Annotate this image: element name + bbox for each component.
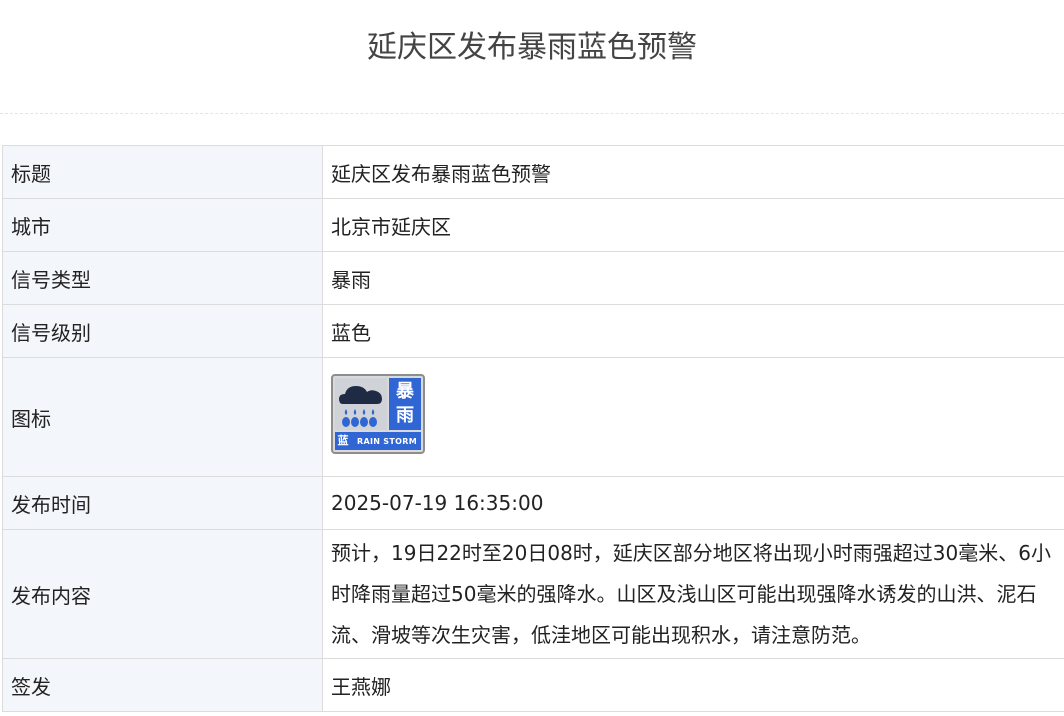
icon-level-char: 蓝 xyxy=(337,434,349,447)
row-value: 延庆区发布暴雨蓝色预警 xyxy=(322,145,1064,199)
title-divider xyxy=(0,113,1064,114)
table-row-city: 城市 北京市延庆区 xyxy=(2,198,1064,252)
warning-info-table: 标题 延庆区发布暴雨蓝色预警 城市 北京市延庆区 信号类型 暴雨 信号级别 蓝色… xyxy=(2,145,1064,712)
row-label: 发布内容 xyxy=(2,529,323,659)
table-row-signal-level: 信号级别 蓝色 xyxy=(2,304,1064,358)
row-label: 城市 xyxy=(2,198,323,252)
table-row-title: 标题 延庆区发布暴雨蓝色预警 xyxy=(2,145,1064,199)
row-value: 暴 雨 蓝 RAIN STORM xyxy=(322,357,1064,477)
table-row-issuer: 签发 王燕娜 xyxy=(2,658,1064,712)
row-value: 北京市延庆区 xyxy=(322,198,1064,252)
row-label: 信号类型 xyxy=(2,251,323,305)
row-value: 暴雨 xyxy=(322,251,1064,305)
table-row-publish-time: 发布时间 2025-07-19 16:35:00 xyxy=(2,476,1064,530)
row-value: 预计，19日22时至20日08时，延庆区部分地区将出现小时雨强超过30毫米、6小… xyxy=(322,529,1064,659)
row-value: 2025-07-19 16:35:00 xyxy=(322,476,1064,530)
icon-word-bottom: 雨 xyxy=(396,405,414,426)
row-label: 发布时间 xyxy=(2,476,323,530)
rainstorm-blue-warning-icon: 暴 雨 蓝 RAIN STORM xyxy=(331,374,425,454)
table-row-signal-type: 信号类型 暴雨 xyxy=(2,251,1064,305)
icon-word-top: 暴 xyxy=(396,381,414,402)
icon-hazard-word: 暴 雨 xyxy=(389,378,421,430)
icon-english-label: RAIN STORM xyxy=(357,437,417,446)
cloud-rain-icon xyxy=(335,378,387,430)
row-label: 图标 xyxy=(2,357,323,477)
page-title: 延庆区发布暴雨蓝色预警 xyxy=(367,30,697,65)
row-label: 标题 xyxy=(2,145,323,199)
icon-level-band: 蓝 RAIN STORM xyxy=(335,432,421,450)
row-label: 信号级别 xyxy=(2,304,323,358)
row-label: 签发 xyxy=(2,658,323,712)
table-row-icon: 图标 暴 雨 蓝 RAIN STORM xyxy=(2,357,1064,477)
table-row-publish-content: 发布内容 预计，19日22时至20日08时，延庆区部分地区将出现小时雨强超过30… xyxy=(2,529,1064,659)
row-value: 王燕娜 xyxy=(322,658,1064,712)
row-value: 蓝色 xyxy=(322,304,1064,358)
